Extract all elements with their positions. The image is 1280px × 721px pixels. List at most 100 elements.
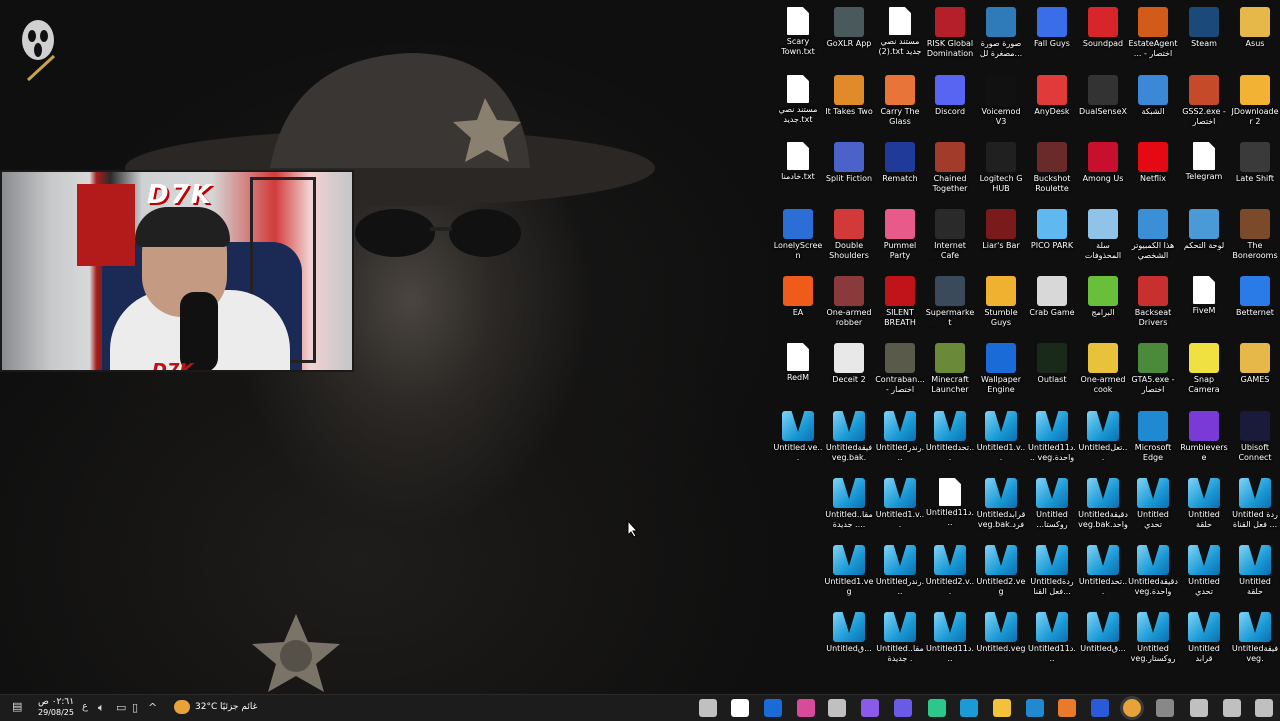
pen-icon[interactable] bbox=[828, 699, 846, 717]
desktop-icon[interactable]: Untitledمقا... جديدة... bbox=[824, 475, 874, 539]
desktop-icon[interactable]: Untitledد11... veg.b...واحدة bbox=[925, 609, 975, 673]
desktop-icon[interactable]: Deceit 2 bbox=[824, 340, 874, 404]
weather-desc[interactable]: غائم جزئيًا bbox=[220, 702, 257, 712]
desktop-icon[interactable]: One-armed cook bbox=[1078, 340, 1128, 404]
desktop-icon[interactable]: RedM bbox=[773, 340, 823, 404]
desktop-icon[interactable]: Untitledفيقة veg.bak. bbox=[824, 408, 874, 472]
back-icon[interactable] bbox=[699, 699, 717, 717]
desktop-icon[interactable]: Untitled2.veg bbox=[976, 542, 1026, 606]
desktop-icon[interactable]: Untitled2.v... bbox=[925, 542, 975, 606]
desktop-icon[interactable]: صورة صورة مصغرة لل... bbox=[976, 4, 1026, 68]
desktop-icon[interactable]: The Bonerooms bbox=[1230, 206, 1280, 270]
desktop-icon[interactable]: Untitledمقا... جديدة bbox=[875, 609, 925, 673]
notifications-icon[interactable]: ▤ bbox=[12, 700, 22, 713]
desktop-icon[interactable]: Voicemod V3 bbox=[976, 72, 1026, 136]
desktop-icon[interactable]: Untitled.ve... bbox=[773, 408, 823, 472]
task-view-icon[interactable] bbox=[1190, 699, 1208, 717]
desktop-icon[interactable]: Untitledرندر... bbox=[875, 542, 925, 606]
desktop-icon[interactable]: PICO PARK bbox=[1027, 206, 1077, 270]
chrome-icon[interactable] bbox=[1123, 699, 1141, 717]
desktop-icon[interactable]: Untitled قرابد veg.فردي bbox=[1179, 609, 1229, 673]
desktop-icon[interactable]: It Takes Two bbox=[824, 72, 874, 136]
desktop-icon[interactable]: Soundpad bbox=[1078, 4, 1128, 68]
desktop-icon[interactable]: Telegram bbox=[1179, 139, 1229, 203]
desktop-icon[interactable]: Microsoft Edge bbox=[1128, 408, 1178, 472]
desktop-icon[interactable]: Split Fiction bbox=[824, 139, 874, 203]
media-player-icon[interactable] bbox=[894, 699, 912, 717]
desktop-icon[interactable]: Untitled veg.روكستار bbox=[1128, 609, 1178, 673]
desktop-icon[interactable]: لوحة التحكم bbox=[1179, 206, 1229, 270]
desktop-icon[interactable]: Asus bbox=[1230, 4, 1280, 68]
battery-icon[interactable]: ▯ bbox=[132, 701, 138, 714]
desktop-icon[interactable]: GTA5.exe - اختصار bbox=[1128, 340, 1178, 404]
desktop-icon[interactable]: Untitledد11... veg.bak.واحدة bbox=[1027, 609, 1077, 673]
desktop-icon[interactable]: Untitled.veg bbox=[976, 609, 1026, 673]
desktop-icon[interactable]: FiveM bbox=[1179, 273, 1229, 337]
edge-icon[interactable] bbox=[1026, 699, 1044, 717]
windows-start-icon[interactable] bbox=[1255, 699, 1273, 717]
clock-date[interactable]: 29/08/25 bbox=[34, 708, 78, 717]
desktop-icon[interactable]: Untitled ...روكستا bbox=[1027, 475, 1077, 539]
desktop-icon[interactable]: Backseat Drivers Demo bbox=[1128, 273, 1178, 337]
chevron-up-icon[interactable]: ^ bbox=[148, 701, 157, 714]
desktop-icon[interactable]: Untitledتحد... bbox=[925, 408, 975, 472]
desktop-icon[interactable]: Pummel Party bbox=[875, 206, 925, 270]
desktop-icon[interactable]: البرامج bbox=[1078, 273, 1128, 337]
desktop-icon[interactable]: Untitledدقيقة veg.واحدة bbox=[1128, 542, 1178, 606]
desktop-icon[interactable]: Untitledرندر... bbox=[875, 408, 925, 472]
file-explorer-icon[interactable] bbox=[993, 699, 1011, 717]
gamepad-icon[interactable] bbox=[1156, 699, 1174, 717]
desktop-icon[interactable]: Buckshot Roulette bbox=[1027, 139, 1077, 203]
desktop-icon[interactable]: Rumbleverse bbox=[1179, 408, 1229, 472]
desktop-icon[interactable]: One-armed robber bbox=[824, 273, 874, 337]
desktop-icon[interactable]: Untitled حلقة خاصة.veg.bak bbox=[1230, 542, 1280, 606]
desktop-icon[interactable]: DualSenseX bbox=[1078, 72, 1128, 136]
desktop-icon[interactable]: هذا الكمبيوتر الشخصي bbox=[1128, 206, 1178, 270]
desktop-icon[interactable]: Outlast bbox=[1027, 340, 1077, 404]
desktop-icon[interactable]: Chained Together bbox=[925, 139, 975, 203]
desktop-icon[interactable]: Ubisoft Connect bbox=[1230, 408, 1280, 472]
vegas-icon[interactable] bbox=[960, 699, 978, 717]
desktop-icon[interactable]: خادمنا.txt bbox=[773, 139, 823, 203]
desktop-icon[interactable]: مستند نصي (2).txt جديد bbox=[875, 4, 925, 68]
desktop-icon[interactable]: Contraban... - اختصار bbox=[875, 340, 925, 404]
weather-temp[interactable]: 32°C bbox=[195, 702, 217, 712]
desktop-icon[interactable]: Internet Cafe Simulator 2... bbox=[925, 206, 975, 270]
desktop-icon[interactable]: GoXLR App bbox=[824, 4, 874, 68]
desktop-icon[interactable]: Betternet bbox=[1230, 273, 1280, 337]
desktop-icon[interactable]: Untitledدقيقة veg.bak.واحدة bbox=[1078, 475, 1128, 539]
obs-icon[interactable] bbox=[861, 699, 879, 717]
desktop-icon[interactable]: JDownloader 2 bbox=[1230, 72, 1280, 136]
desktop-icon[interactable]: AnyDesk bbox=[1027, 72, 1077, 136]
desktop-icon[interactable]: Untitled ردة فعل القناة ... bbox=[1230, 475, 1280, 539]
desktop-icon[interactable]: Snap Camera bbox=[1179, 340, 1229, 404]
desktop-icon[interactable]: Stumble Guys bbox=[976, 273, 1026, 337]
desktop-icon[interactable]: Among Us bbox=[1078, 139, 1128, 203]
clock-time[interactable]: ٠٢:٦١ ص bbox=[34, 697, 78, 707]
outlook-icon[interactable] bbox=[764, 699, 782, 717]
app-pink-icon[interactable] bbox=[797, 699, 815, 717]
desktop-icon[interactable]: Untitledتعل... bbox=[1078, 408, 1128, 472]
desktop-icon[interactable]: Double Shoulders bbox=[824, 206, 874, 270]
desktop-icon[interactable]: Late Shift bbox=[1230, 139, 1280, 203]
desktop-icon[interactable]: Untitledق... bbox=[824, 609, 874, 673]
desktop-icon[interactable]: Crab Game bbox=[1027, 273, 1077, 337]
desktop-icon[interactable]: Liar's Bar bbox=[976, 206, 1026, 270]
desktop-icon[interactable]: Untitledفيقة veg. bbox=[1230, 609, 1280, 673]
desktop-icon[interactable]: Untitled تحدي الضحك.veg bbox=[1128, 475, 1178, 539]
desktop-icon[interactable]: LonelyScreen bbox=[773, 206, 823, 270]
desktop-icon[interactable]: EA bbox=[773, 273, 823, 337]
desktop-icon[interactable]: الشبكة bbox=[1128, 72, 1178, 136]
desktop-icon[interactable]: Netflix bbox=[1128, 139, 1178, 203]
firefox-icon[interactable] bbox=[1058, 699, 1076, 717]
desktop-icon[interactable]: Steam bbox=[1179, 4, 1229, 68]
desktop-icon[interactable]: EstateAgent... - اختصار bbox=[1128, 4, 1178, 68]
desktop-icon[interactable]: RISK Global Domination bbox=[925, 4, 975, 68]
photoshop-icon[interactable] bbox=[1091, 699, 1109, 717]
desktop-icon[interactable]: Untitled1.v... bbox=[976, 408, 1026, 472]
desktop-icon[interactable]: Wallpaper Engine bbox=[976, 340, 1026, 404]
app-green-icon[interactable] bbox=[928, 699, 946, 717]
weather-icon[interactable] bbox=[174, 700, 190, 714]
search-icon[interactable] bbox=[1223, 699, 1241, 717]
input-language[interactable]: ع bbox=[82, 701, 88, 712]
